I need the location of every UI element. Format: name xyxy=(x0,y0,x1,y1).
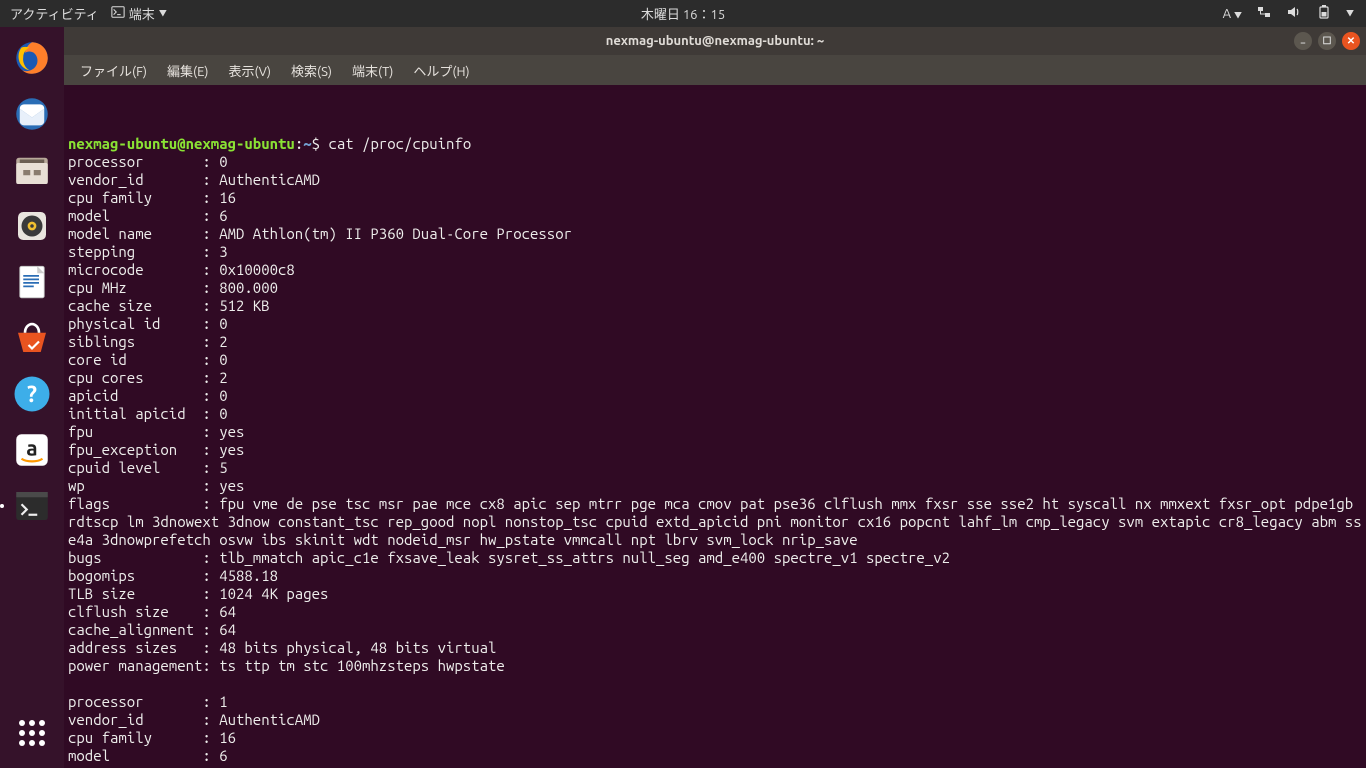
clock[interactable]: 木曜日 16：15 xyxy=(641,4,725,23)
thunderbird-icon[interactable] xyxy=(7,89,57,139)
window-title: nexmag-ubuntu@nexmag-ubuntu: ~ xyxy=(606,34,824,48)
top-panel-right: A ▼ ▼ xyxy=(1223,4,1366,23)
menu-view[interactable]: 表示(V) xyxy=(223,59,277,82)
menu-file[interactable]: ファイル(F) xyxy=(74,59,153,82)
libreoffice-writer-icon[interactable] xyxy=(7,257,57,307)
terminal-window: nexmag-ubuntu@nexmag-ubuntu: ~ ‒ ☐ ✕ ファイ… xyxy=(64,27,1366,768)
volume-icon[interactable] xyxy=(1286,4,1302,23)
menu-search[interactable]: 検索(S) xyxy=(285,59,338,82)
terminal-output: processor : 0 vendor_id : AuthenticAMD c… xyxy=(68,153,1362,764)
activities-button[interactable]: アクティビティ xyxy=(10,4,99,23)
svg-text:a: a xyxy=(26,435,37,459)
prompt-user: nexmag-ubuntu@nexmag-ubuntu xyxy=(68,135,295,152)
ubuntu-software-icon[interactable] xyxy=(7,313,57,363)
input-method-indicator[interactable]: A ▼ xyxy=(1223,7,1242,21)
app-menu-label: 端末 xyxy=(129,4,155,23)
network-icon[interactable] xyxy=(1256,4,1272,23)
terminal-launcher-icon[interactable] xyxy=(7,481,57,531)
app-menu[interactable]: 端末 ▼ xyxy=(111,4,167,23)
top-panel-left: アクティビティ 端末 ▼ xyxy=(0,4,167,23)
minimize-button[interactable]: ‒ xyxy=(1294,32,1312,50)
firefox-icon[interactable] xyxy=(7,33,57,83)
command-text: cat /proc/cpuinfo xyxy=(328,135,471,152)
titlebar[interactable]: nexmag-ubuntu@nexmag-ubuntu: ~ ‒ ☐ ✕ xyxy=(64,27,1366,55)
show-apps-button[interactable] xyxy=(7,708,57,758)
apps-grid-icon xyxy=(19,720,45,746)
menubar: ファイル(F) 編集(E) 表示(V) 検索(S) 端末(T) ヘルプ(H) xyxy=(64,55,1366,85)
top-panel: アクティビティ 端末 ▼ 木曜日 16：15 A ▼ ▼ xyxy=(0,0,1366,27)
menu-help[interactable]: ヘルプ(H) xyxy=(407,59,475,82)
terminal-body[interactable]: nexmag-ubuntu@nexmag-ubuntu:~$ cat /proc… xyxy=(64,85,1366,768)
amazon-icon[interactable]: a xyxy=(7,425,57,475)
prompt-end: $ xyxy=(312,135,329,152)
terminal-icon xyxy=(111,5,125,22)
close-button[interactable]: ✕ xyxy=(1342,32,1360,50)
menu-edit[interactable]: 編集(E) xyxy=(161,59,214,82)
prompt-path: ~ xyxy=(303,135,311,152)
battery-icon[interactable] xyxy=(1316,4,1332,23)
system-menu-chevron-icon[interactable]: ▼ xyxy=(1346,8,1354,19)
help-icon[interactable]: ? xyxy=(7,369,57,419)
svg-text:?: ? xyxy=(27,382,37,407)
rhythmbox-icon[interactable] xyxy=(7,201,57,251)
menu-terminal[interactable]: 端末(T) xyxy=(346,59,399,82)
launcher: ? a xyxy=(0,27,64,768)
chevron-down-icon: ▼ xyxy=(159,8,167,19)
maximize-button[interactable]: ☐ xyxy=(1318,32,1336,50)
window-controls: ‒ ☐ ✕ xyxy=(1294,32,1360,50)
files-icon[interactable] xyxy=(7,145,57,195)
prompt-sep: : xyxy=(295,135,303,152)
